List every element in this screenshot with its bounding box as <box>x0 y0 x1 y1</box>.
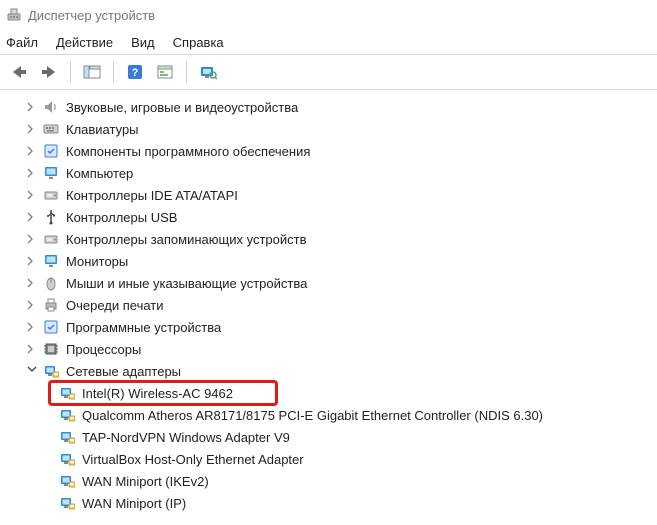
menu-action[interactable]: Действие <box>56 35 113 50</box>
monitor-icon <box>42 252 60 270</box>
expand-icon[interactable] <box>26 299 38 311</box>
expand-icon[interactable] <box>26 101 38 113</box>
tree-item[interactable]: Контроллеры запоминающих устройств <box>0 228 657 250</box>
window-title: Диспетчер устройств <box>28 8 155 23</box>
menu-help[interactable]: Справка <box>173 35 224 50</box>
expand-icon[interactable] <box>26 321 38 333</box>
tree-label: WAN Miniport (IP) <box>82 496 186 511</box>
tree-label: Мониторы <box>66 254 128 269</box>
tree-item[interactable]: Клавиатуры <box>0 118 657 140</box>
toolbar-separator <box>186 61 187 83</box>
expand-icon[interactable] <box>26 145 38 157</box>
expand-icon[interactable] <box>26 123 38 135</box>
menu-file[interactable]: Файл <box>6 35 38 50</box>
tree-item[interactable]: Qualcomm Atheros AR8171/8175 PCI-E Gigab… <box>0 404 657 426</box>
separator <box>0 89 657 90</box>
speaker-icon <box>42 98 60 116</box>
tree-item[interactable]: Мыши и иные указывающие устройства <box>0 272 657 294</box>
expand-icon[interactable] <box>26 233 38 245</box>
expand-icon[interactable] <box>26 277 38 289</box>
network-adapter-icon <box>58 384 76 402</box>
expand-icon[interactable] <box>26 189 38 201</box>
storage-icon <box>42 230 60 248</box>
tree-label: Очереди печати <box>66 298 164 313</box>
keyboard-icon <box>42 120 60 138</box>
show-hide-console-button[interactable] <box>79 59 105 85</box>
tree-label: TAP-NordVPN Windows Adapter V9 <box>82 430 290 445</box>
tree-item[interactable]: Процессоры <box>0 338 657 360</box>
usb-icon <box>42 208 60 226</box>
tree-item[interactable]: VirtualBox Host-Only Ethernet Adapter <box>0 448 657 470</box>
network-adapter-icon <box>58 472 76 490</box>
tree-item[interactable]: Очереди печати <box>0 294 657 316</box>
svg-text:?: ? <box>132 67 139 79</box>
menu-view[interactable]: Вид <box>131 35 155 50</box>
network-adapter-icon <box>58 450 76 468</box>
computer-icon <box>42 164 60 182</box>
scan-hardware-button[interactable] <box>195 59 221 85</box>
toolbar-separator <box>113 61 114 83</box>
properties-button[interactable] <box>152 59 178 85</box>
tree-label: VirtualBox Host-Only Ethernet Adapter <box>82 452 304 467</box>
tree-label: Процессоры <box>66 342 141 357</box>
tree-label: Intel(R) Wireless-AC 9462 <box>82 386 233 401</box>
expand-icon[interactable] <box>26 343 38 355</box>
help-button[interactable]: ? <box>122 59 148 85</box>
tree-item[interactable]: Компоненты программного обеспечения <box>0 140 657 162</box>
tree-label: WAN Miniport (IKEv2) <box>82 474 209 489</box>
forward-button[interactable] <box>36 59 62 85</box>
tree-item[interactable]: WAN Miniport (IP) <box>0 492 657 514</box>
toolbar-separator <box>70 61 71 83</box>
expand-icon[interactable] <box>26 255 38 267</box>
drive-icon <box>42 186 60 204</box>
tree-label: Контроллеры IDE ATA/ATAPI <box>66 188 238 203</box>
tree-label: Компьютер <box>66 166 133 181</box>
tree-label: Звуковые, игровые и видеоустройства <box>66 100 298 115</box>
tree-item-network-adapters[interactable]: Сетевые адаптеры <box>0 360 657 382</box>
expand-icon[interactable] <box>26 211 38 223</box>
toolbar: ? <box>0 55 657 89</box>
titlebar: Диспетчер устройств <box>0 0 657 30</box>
network-adapter-icon <box>58 406 76 424</box>
tree-item[interactable]: WAN Miniport (IKEv2) <box>0 470 657 492</box>
tree-item[interactable]: Компьютер <box>0 162 657 184</box>
tree-label: Qualcomm Atheros AR8171/8175 PCI-E Gigab… <box>82 408 543 423</box>
network-adapter-icon <box>58 494 76 512</box>
tree-item[interactable]: TAP-NordVPN Windows Adapter V9 <box>0 426 657 448</box>
collapse-icon[interactable] <box>26 365 38 377</box>
tree-label: Компоненты программного обеспечения <box>66 144 310 159</box>
tree-label: Программные устройства <box>66 320 221 335</box>
app-icon <box>6 7 22 23</box>
tree-item[interactable]: Контроллеры IDE ATA/ATAPI <box>0 184 657 206</box>
tree-item[interactable]: Мониторы <box>0 250 657 272</box>
tree-label: Сетевые адаптеры <box>66 364 181 379</box>
tree-label: Мыши и иные указывающие устройства <box>66 276 307 291</box>
software-device-icon <box>42 318 60 336</box>
network-adapter-icon <box>58 428 76 446</box>
mouse-icon <box>42 274 60 292</box>
tree-item-intel-wireless[interactable]: Intel(R) Wireless-AC 9462 <box>50 382 276 404</box>
menubar: Файл Действие Вид Справка <box>0 30 657 54</box>
tree-item[interactable]: Программные устройства <box>0 316 657 338</box>
tree-item[interactable]: Контроллеры USB <box>0 206 657 228</box>
printer-icon <box>42 296 60 314</box>
software-component-icon <box>42 142 60 160</box>
cpu-icon <box>42 340 60 358</box>
tree-label: Контроллеры запоминающих устройств <box>66 232 306 247</box>
device-tree[interactable]: Звуковые, игровые и видеоустройства Клав… <box>0 92 657 525</box>
back-button[interactable] <box>6 59 32 85</box>
tree-label: Контроллеры USB <box>66 210 177 225</box>
tree-label: Клавиатуры <box>66 122 139 137</box>
network-adapter-icon <box>42 362 60 380</box>
tree-item[interactable]: Звуковые, игровые и видеоустройства <box>0 96 657 118</box>
expand-icon[interactable] <box>26 167 38 179</box>
